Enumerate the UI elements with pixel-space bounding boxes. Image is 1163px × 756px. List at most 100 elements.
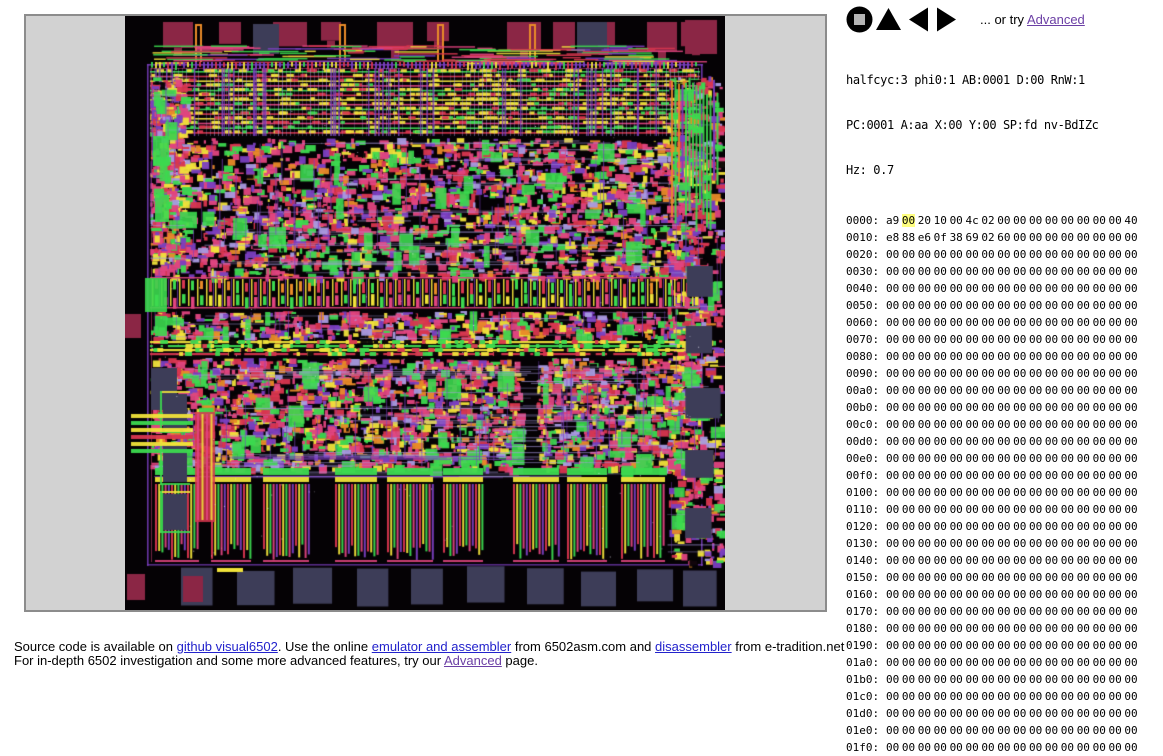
- memory-byte: 00: [1093, 350, 1109, 363]
- step-back-button[interactable]: [904, 6, 931, 33]
- run-button[interactable]: [875, 6, 902, 33]
- memory-byte: 00: [1029, 384, 1045, 397]
- memory-byte: 00: [1124, 571, 1140, 584]
- memory-byte: 00: [1077, 469, 1093, 482]
- memory-byte: 00: [950, 401, 966, 414]
- memory-byte: 00: [1029, 588, 1045, 601]
- footer-link-advanced[interactable]: Advanced: [444, 653, 502, 668]
- memory-address: 0080:: [846, 350, 886, 363]
- memory-byte: 00: [1077, 605, 1093, 618]
- memory-byte: 00: [950, 214, 966, 227]
- memory-byte: 00: [902, 639, 918, 652]
- memory-byte: 00: [950, 571, 966, 584]
- memory-byte: 00: [1045, 622, 1061, 635]
- memory-byte: 00: [1108, 333, 1124, 346]
- memory-byte: 00: [886, 741, 902, 754]
- memory-byte: 00: [1077, 316, 1093, 329]
- step-forward-button[interactable]: [933, 6, 960, 33]
- memory-byte: 00: [1013, 231, 1029, 244]
- memory-address: 0160:: [846, 588, 886, 601]
- memory-byte: 00: [997, 333, 1013, 346]
- memory-byte: 00: [918, 282, 934, 295]
- memory-address: 00a0:: [846, 384, 886, 397]
- memory-byte: 00: [934, 503, 950, 516]
- memory-byte: 00: [1108, 214, 1124, 227]
- memory-byte: 00: [902, 333, 918, 346]
- memory-byte: 00: [965, 333, 981, 346]
- memory-byte: 00: [918, 656, 934, 669]
- memory-byte: 00: [1029, 452, 1045, 465]
- memory-byte: 00: [934, 248, 950, 261]
- memory-byte: 00: [886, 503, 902, 516]
- stop-button[interactable]: [846, 6, 873, 33]
- footer-link-emulator-and-assembler[interactable]: emulator and assembler: [372, 639, 511, 654]
- memory-byte: 00: [1029, 231, 1045, 244]
- memory-byte: 00: [934, 469, 950, 482]
- memory-byte: 00: [902, 299, 918, 312]
- memory-row-0190: 0190:00000000000000000000000000000000: [846, 637, 1156, 654]
- chip-canvas[interactable]: [125, 16, 725, 610]
- chip-die-view[interactable]: [24, 14, 827, 612]
- memory-byte: 02: [981, 214, 997, 227]
- advanced-link[interactable]: Advanced: [1027, 12, 1085, 27]
- footer-line-2: For in-depth 6502 investigation and some…: [14, 654, 844, 668]
- memory-byte: 00: [1108, 282, 1124, 295]
- memory-byte: 00: [1045, 248, 1061, 261]
- footer-link-github-visual6502[interactable]: github visual6502: [177, 639, 278, 654]
- memory-byte: 00: [918, 299, 934, 312]
- memory-byte: 00: [1061, 435, 1077, 448]
- memory-byte: 00: [1077, 537, 1093, 550]
- memory-byte: 00: [950, 724, 966, 737]
- memory-byte: 00: [1029, 690, 1045, 703]
- memory-byte: 00: [1045, 282, 1061, 295]
- memory-address: 0150:: [846, 571, 886, 584]
- memory-byte: 00: [1013, 265, 1029, 278]
- memory-byte: 00: [918, 690, 934, 703]
- memory-byte: 00: [965, 605, 981, 618]
- memory-byte: 00: [902, 554, 918, 567]
- memory-byte: 00: [950, 248, 966, 261]
- memory-byte: 00: [1013, 435, 1029, 448]
- memory-byte: 00: [1013, 622, 1029, 635]
- memory-address: 0060:: [846, 316, 886, 329]
- memory-address: 00e0:: [846, 452, 886, 465]
- memory-byte: 00: [1013, 554, 1029, 567]
- memory-byte: 00: [1061, 282, 1077, 295]
- memory-byte: 00: [1077, 401, 1093, 414]
- memory-byte: 00: [1108, 231, 1124, 244]
- memory-byte: 00: [918, 571, 934, 584]
- memory-byte: 00: [918, 452, 934, 465]
- memory-address: 0140:: [846, 554, 886, 567]
- memory-byte: 00: [1077, 707, 1093, 720]
- memory-byte: 00: [1061, 384, 1077, 397]
- memory-row-0160: 0160:00000000000000000000000000000000: [846, 586, 1156, 603]
- memory-byte: 00: [950, 656, 966, 669]
- memory-byte: 00: [965, 401, 981, 414]
- memory-byte: 00: [902, 367, 918, 380]
- memory-byte: 00: [997, 622, 1013, 635]
- memory-byte: 00: [1045, 656, 1061, 669]
- memory-row-0030: 0030:00000000000000000000000000000000: [846, 263, 1156, 280]
- memory-byte: 00: [1093, 486, 1109, 499]
- memory-byte: 00: [902, 588, 918, 601]
- memory-byte: 00: [997, 469, 1013, 482]
- memory-byte: 00: [950, 639, 966, 652]
- memory-row-0080: 0080:00000000000000000000000000000000: [846, 348, 1156, 365]
- memory-byte: 00: [934, 316, 950, 329]
- memory-address: 01f0:: [846, 741, 886, 754]
- memory-byte: 00: [934, 401, 950, 414]
- memory-byte: 00: [981, 605, 997, 618]
- memory-byte: 00: [1029, 435, 1045, 448]
- memory-byte: 38: [950, 231, 966, 244]
- footer-link-disassembler[interactable]: disassembler: [655, 639, 732, 654]
- memory-byte: 00: [1013, 418, 1029, 431]
- memory-byte: a9: [886, 214, 902, 227]
- memory-byte: 00: [950, 418, 966, 431]
- memory-byte: 00: [965, 384, 981, 397]
- memory-byte: 00: [1093, 503, 1109, 516]
- memory-byte: 00: [997, 656, 1013, 669]
- memory-byte: 00: [950, 622, 966, 635]
- memory-byte: 00: [1013, 299, 1029, 312]
- memory-byte: 00: [1029, 741, 1045, 754]
- footer-line-1: Source code is available on github visua…: [14, 640, 844, 654]
